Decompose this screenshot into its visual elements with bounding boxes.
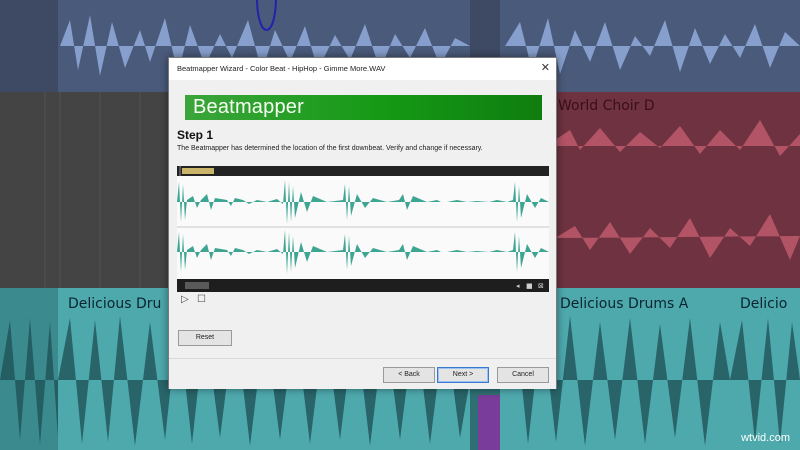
play-icon[interactable]: ▷ xyxy=(181,294,189,305)
clip-label-delicious-drums-a: Delicious Drums A xyxy=(560,296,689,312)
dialog-title: Beatmapper Wizard - Color Beat - HipHop … xyxy=(177,64,386,73)
waveform-scrollbar[interactable] xyxy=(177,279,549,292)
step-description: The Beatmapper has determined the locati… xyxy=(177,145,483,152)
beatmapper-dialog: Beatmapper Wizard - Color Beat - HipHop … xyxy=(168,57,557,389)
stop-icon[interactable]: ☐ xyxy=(197,294,206,305)
timeline-ruler xyxy=(177,166,549,176)
reset-button[interactable]: Reset xyxy=(178,330,232,346)
watermark: wtvid.com xyxy=(741,432,790,444)
next-button[interactable]: Next > xyxy=(437,367,489,383)
banner-title: Beatmapper xyxy=(193,96,304,118)
beatmapper-banner: Beatmapper xyxy=(185,95,542,120)
scrollbar-thumb[interactable] xyxy=(185,282,209,289)
cancel-button[interactable]: Cancel xyxy=(497,367,549,383)
downbeat-marker[interactable] xyxy=(182,168,214,174)
close-icon[interactable]: ✕ xyxy=(541,61,550,74)
clip-label-delicious-drums-1: Delicious Dru xyxy=(68,296,162,312)
zoom-icon[interactable]: ■ xyxy=(526,282,533,290)
zoom-fit-icon[interactable]: ⊠ xyxy=(538,282,544,290)
step-title: Step 1 xyxy=(177,128,214,142)
clip-label-world-choir: World Choir D xyxy=(558,98,655,114)
back-button[interactable]: < Back xyxy=(383,367,435,383)
waveform-panel[interactable]: ◂ ■ ⊠ xyxy=(177,166,549,292)
clip-label-delicious-3: Delicio xyxy=(740,296,788,312)
scroll-left-icon[interactable]: ◂ xyxy=(516,282,520,290)
waveform-display[interactable]: ◂ ■ ⊠ xyxy=(177,166,549,292)
dialog-titlebar: Beatmapper Wizard - Color Beat - HipHop … xyxy=(169,58,556,80)
